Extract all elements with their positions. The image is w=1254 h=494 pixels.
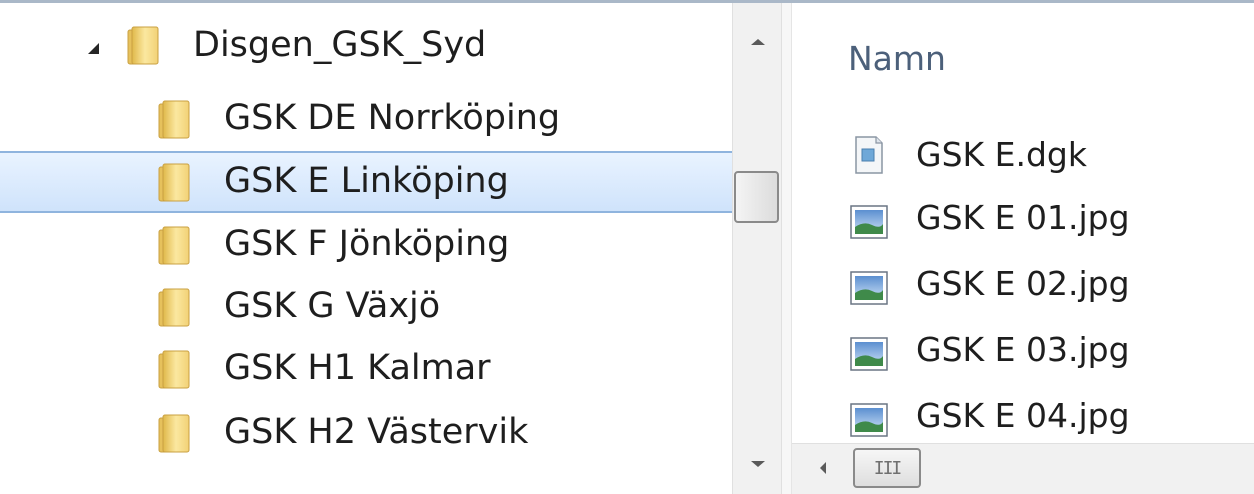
file-name: GSK E.dgk (916, 135, 1087, 174)
folder-icon (158, 414, 190, 453)
file-name: GSK E 04.jpg (916, 396, 1130, 435)
tree-root-label[interactable]: Disgen_GSK_Syd (193, 24, 486, 66)
vertical-scroll-thumb[interactable] (734, 171, 779, 223)
tree-item-label: GSK G Växjö (224, 286, 441, 326)
tree-item-label: GSK H1 Kalmar (224, 348, 491, 388)
tree-item-label: GSK DE Norrköping (224, 98, 561, 138)
image-icon (850, 271, 888, 305)
file-list[interactable]: Namn GSK E.dgk GSK E 01.jpg GSK E 02.jpg (792, 3, 1254, 443)
image-icon (850, 403, 888, 437)
navigation-tree[interactable]: Disgen_GSK_Syd GSK DE Norrköping GSK E L… (0, 3, 732, 494)
tree-item-gsk-de-norrkoping[interactable]: GSK DE Norrköping (0, 89, 732, 151)
tree-item-gsk-e-linkoping[interactable]: GSK E Linköping (0, 151, 732, 213)
scroll-left-arrow-icon[interactable] (820, 462, 826, 474)
folder-icon (158, 163, 190, 202)
scroll-up-arrow-icon[interactable] (751, 39, 765, 45)
folder-icon (158, 100, 190, 139)
folder-icon (158, 288, 190, 327)
tree-item-gsk-h2-vastervik[interactable]: GSK H2 Västervik (0, 403, 732, 465)
file-name: GSK E 02.jpg (916, 264, 1130, 303)
horizontal-scroll-thumb[interactable]: III (853, 448, 921, 488)
grip-icon: III (873, 457, 902, 479)
scroll-down-arrow-icon[interactable] (751, 461, 765, 467)
folder-icon (158, 350, 190, 389)
document-icon (855, 136, 883, 174)
expand-collapse-icon[interactable] (88, 43, 99, 54)
column-header-name[interactable]: Namn (848, 39, 946, 78)
file-name: GSK E 03.jpg (916, 330, 1130, 369)
folder-icon (158, 226, 190, 265)
tree-item-gsk-g-vaxjo[interactable]: GSK G Växjö (0, 277, 732, 339)
tree-item-label: GSK E Linköping (224, 161, 509, 201)
tree-item-gsk-f-jonkoping[interactable]: GSK F Jönköping (0, 215, 732, 277)
pane-splitter[interactable] (782, 3, 792, 494)
folder-icon (127, 26, 159, 65)
image-icon (850, 205, 888, 239)
image-icon (850, 337, 888, 371)
tree-vertical-scrollbar[interactable] (732, 3, 782, 494)
tree-item-gsk-h1-kalmar[interactable]: GSK H1 Kalmar (0, 339, 732, 401)
tree-item-label: GSK F Jönköping (224, 224, 510, 264)
tree-item-label: GSK H2 Västervik (224, 412, 529, 452)
file-name: GSK E 01.jpg (916, 198, 1130, 237)
file-list-horizontal-scrollbar[interactable]: III (792, 443, 1254, 494)
